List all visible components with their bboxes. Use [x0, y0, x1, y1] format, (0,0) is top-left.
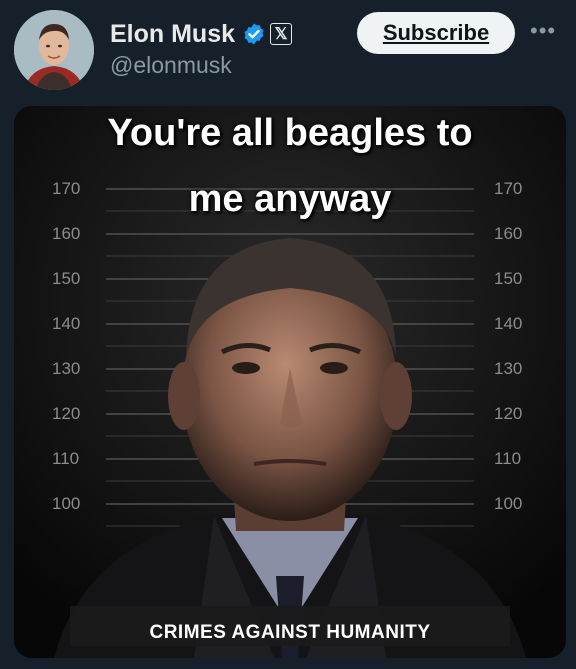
height-tick: 140	[52, 314, 81, 333]
height-tick: 140	[494, 314, 523, 333]
height-tick: 110	[494, 449, 522, 468]
avatar[interactable]	[14, 10, 94, 90]
author-name[interactable]: Elon Musk	[110, 20, 235, 49]
height-tick: 110	[52, 449, 80, 468]
height-tick: 160	[52, 224, 81, 243]
more-options-icon[interactable]: •••	[530, 18, 556, 44]
post-image[interactable]: 170 160 150 140 130 120 110 100 170 160 …	[14, 106, 566, 658]
post-header: Elon Musk 𝕏 @elonmusk Subscribe •••	[0, 0, 576, 106]
height-tick: 150	[494, 269, 523, 288]
meme-caption-line1: You're all beagles to	[107, 112, 473, 154]
height-tick: 120	[52, 404, 81, 423]
height-tick: 150	[52, 269, 81, 288]
meme-caption-line2: me anyway	[188, 178, 392, 220]
author-handle[interactable]: @elonmusk	[110, 52, 232, 79]
height-tick: 160	[494, 224, 523, 243]
height-tick: 130	[52, 359, 81, 378]
height-tick: 100	[494, 494, 523, 513]
bottom-banner-text: CRIMES AGAINST HUMANITY	[149, 622, 431, 643]
verified-badge-icon[interactable]	[242, 22, 266, 46]
x-logo-icon[interactable]: 𝕏	[270, 23, 293, 45]
height-tick: 120	[494, 404, 523, 423]
author-row: Elon Musk 𝕏	[110, 18, 293, 50]
height-tick: 100	[52, 494, 81, 513]
subscribe-button[interactable]: Subscribe	[357, 12, 515, 54]
height-tick: 130	[494, 359, 523, 378]
